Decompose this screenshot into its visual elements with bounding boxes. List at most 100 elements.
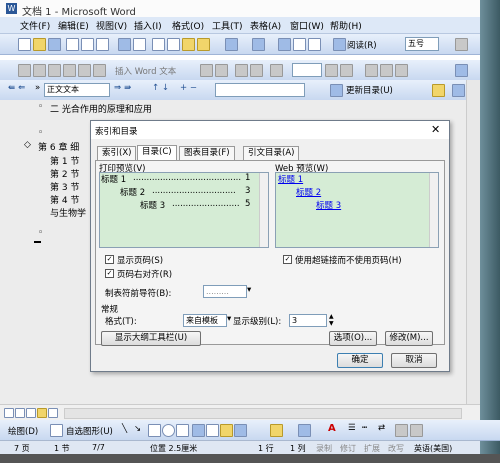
reading-view-icon[interactable]: [48, 408, 58, 418]
paste-icon[interactable]: [182, 38, 195, 51]
rectangle-icon[interactable]: [148, 424, 161, 437]
textbox-icon[interactable]: [176, 424, 189, 437]
tab-leader-dropdown-icon[interactable]: ▾: [247, 285, 251, 295]
promote-heading-icon[interactable]: ⇚ ⇐: [8, 83, 25, 93]
spelling-icon[interactable]: [118, 38, 131, 51]
copy-icon[interactable]: [167, 38, 180, 51]
use-hyperlinks-checkbox[interactable]: ✓: [283, 255, 292, 264]
menu-window[interactable]: 窗口(W): [290, 19, 324, 32]
read-icon[interactable]: [333, 38, 346, 51]
merge-icon[interactable]: [63, 64, 76, 77]
menu-view[interactable]: 视图(V): [96, 19, 127, 32]
format-painter-icon[interactable]: [197, 38, 210, 51]
outline-view-icon[interactable]: [37, 408, 47, 418]
status-ext[interactable]: 扩展: [364, 443, 380, 454]
close-icon[interactable]: ✕: [431, 123, 440, 136]
highlight-merge-icon[interactable]: [215, 64, 228, 77]
save-icon[interactable]: [48, 38, 61, 51]
web-view-icon[interactable]: [15, 408, 25, 418]
fill-color-icon[interactable]: [270, 424, 283, 437]
ok-button[interactable]: 确定: [337, 353, 383, 368]
view-merged-icon[interactable]: [200, 64, 213, 77]
format-select[interactable]: 来自模板: [183, 314, 227, 327]
show-levels-spinner[interactable]: 3: [289, 314, 327, 327]
oval-icon[interactable]: [162, 424, 175, 437]
update-toc-icon[interactable]: [330, 84, 343, 97]
arrow-style-icon[interactable]: ⇄: [378, 423, 385, 433]
match-fields-icon[interactable]: [235, 64, 248, 77]
autoshapes-button[interactable]: 自选图形(U): [66, 425, 113, 437]
print-view-icon[interactable]: [26, 408, 36, 418]
modify-button[interactable]: 修改(M)...: [385, 331, 433, 346]
new-icon[interactable]: [18, 38, 31, 51]
menu-table[interactable]: 表格(A): [250, 19, 281, 32]
print-preview-scrollbar[interactable]: [259, 173, 268, 247]
move-up-icon[interactable]: ↑ ↓: [152, 83, 169, 93]
menu-file[interactable]: 文件(F): [20, 19, 50, 32]
merge-to-doc-icon[interactable]: [365, 64, 378, 77]
options-button[interactable]: 选项(O)...: [329, 331, 377, 346]
insert-word-field-button[interactable]: 插入 Word 文本: [115, 65, 176, 77]
menu-edit[interactable]: 编辑(E): [58, 19, 89, 32]
outline-level-combo[interactable]: 正文文本: [44, 83, 110, 97]
address-icon[interactable]: [78, 64, 91, 77]
greeting-icon[interactable]: [93, 64, 106, 77]
tables-borders-icon[interactable]: [293, 38, 306, 51]
web-preview-h2[interactable]: 标题 2: [296, 186, 321, 198]
permission-icon[interactable]: [66, 38, 79, 51]
3d-icon[interactable]: [410, 424, 423, 437]
line-color-icon[interactable]: [298, 424, 311, 437]
dash-style-icon[interactable]: ┅: [362, 423, 367, 433]
next-record-icon[interactable]: [325, 64, 338, 77]
outline-toolbar-button[interactable]: 显示大纲工具栏(U): [101, 331, 201, 346]
menu-insert[interactable]: 插入(I): [134, 19, 162, 32]
normal-view-icon[interactable]: [4, 408, 14, 418]
expand-icon[interactable]: + −: [180, 83, 197, 93]
line-icon[interactable]: ╲: [122, 424, 127, 434]
tab-authorities[interactable]: 引文目录(A): [243, 146, 300, 160]
diagram-icon[interactable]: [206, 424, 219, 437]
format-dropdown-icon[interactable]: ▾: [227, 314, 231, 324]
web-preview-scrollbar[interactable]: [429, 173, 438, 247]
clipart-icon[interactable]: [220, 424, 233, 437]
vertical-scrollbar[interactable]: [466, 80, 481, 404]
cancel-button[interactable]: 取消: [391, 353, 437, 368]
master-doc-icon[interactable]: [452, 84, 465, 97]
propagate-icon[interactable]: [250, 64, 263, 77]
right-align-checkbox[interactable]: ✓: [105, 269, 114, 278]
horizontal-scrollbar[interactable]: [64, 408, 462, 419]
font-size-combo[interactable]: 五号: [405, 37, 439, 51]
status-rec[interactable]: 录制: [316, 443, 332, 454]
print-preview-icon[interactable]: [96, 38, 109, 51]
goto-toc-icon[interactable]: [432, 84, 445, 97]
frame-icon[interactable]: [33, 64, 46, 77]
last-record-icon[interactable]: [340, 64, 353, 77]
tab-figures[interactable]: 图表目录(F): [179, 146, 235, 160]
record-number-field[interactable]: [292, 63, 322, 77]
menu-tools[interactable]: 工具(T): [212, 19, 243, 32]
field-icon[interactable]: [48, 64, 61, 77]
mail-icon[interactable]: [18, 64, 31, 77]
web-preview-h3[interactable]: 标题 3: [316, 199, 341, 211]
insert-table-icon[interactable]: [308, 38, 321, 51]
line-style-icon[interactable]: ☰: [348, 423, 356, 433]
tab-leader-select[interactable]: .........: [203, 285, 247, 298]
redo-icon[interactable]: [252, 38, 265, 51]
print-icon[interactable]: [81, 38, 94, 51]
wordart-icon[interactable]: [192, 424, 205, 437]
select-objects-icon[interactable]: [50, 424, 63, 437]
status-ovr[interactable]: 改写: [388, 443, 404, 454]
read-button[interactable]: 阅读(R): [347, 39, 377, 51]
merge-to-email-icon[interactable]: [395, 64, 408, 77]
numbering-icon[interactable]: [455, 38, 468, 51]
research-icon[interactable]: [133, 38, 146, 51]
open-icon[interactable]: [33, 38, 46, 51]
hyperlink-icon[interactable]: [278, 38, 291, 51]
show-level-combo[interactable]: [215, 83, 305, 97]
shadow-icon[interactable]: [395, 424, 408, 437]
demote-icon[interactable]: ⇒ ⇛: [114, 83, 131, 93]
font-color-icon[interactable]: A: [328, 423, 336, 434]
update-toc-button[interactable]: 更新目录(U): [346, 84, 393, 96]
undo-icon[interactable]: [225, 38, 238, 51]
picture-icon[interactable]: [234, 424, 247, 437]
